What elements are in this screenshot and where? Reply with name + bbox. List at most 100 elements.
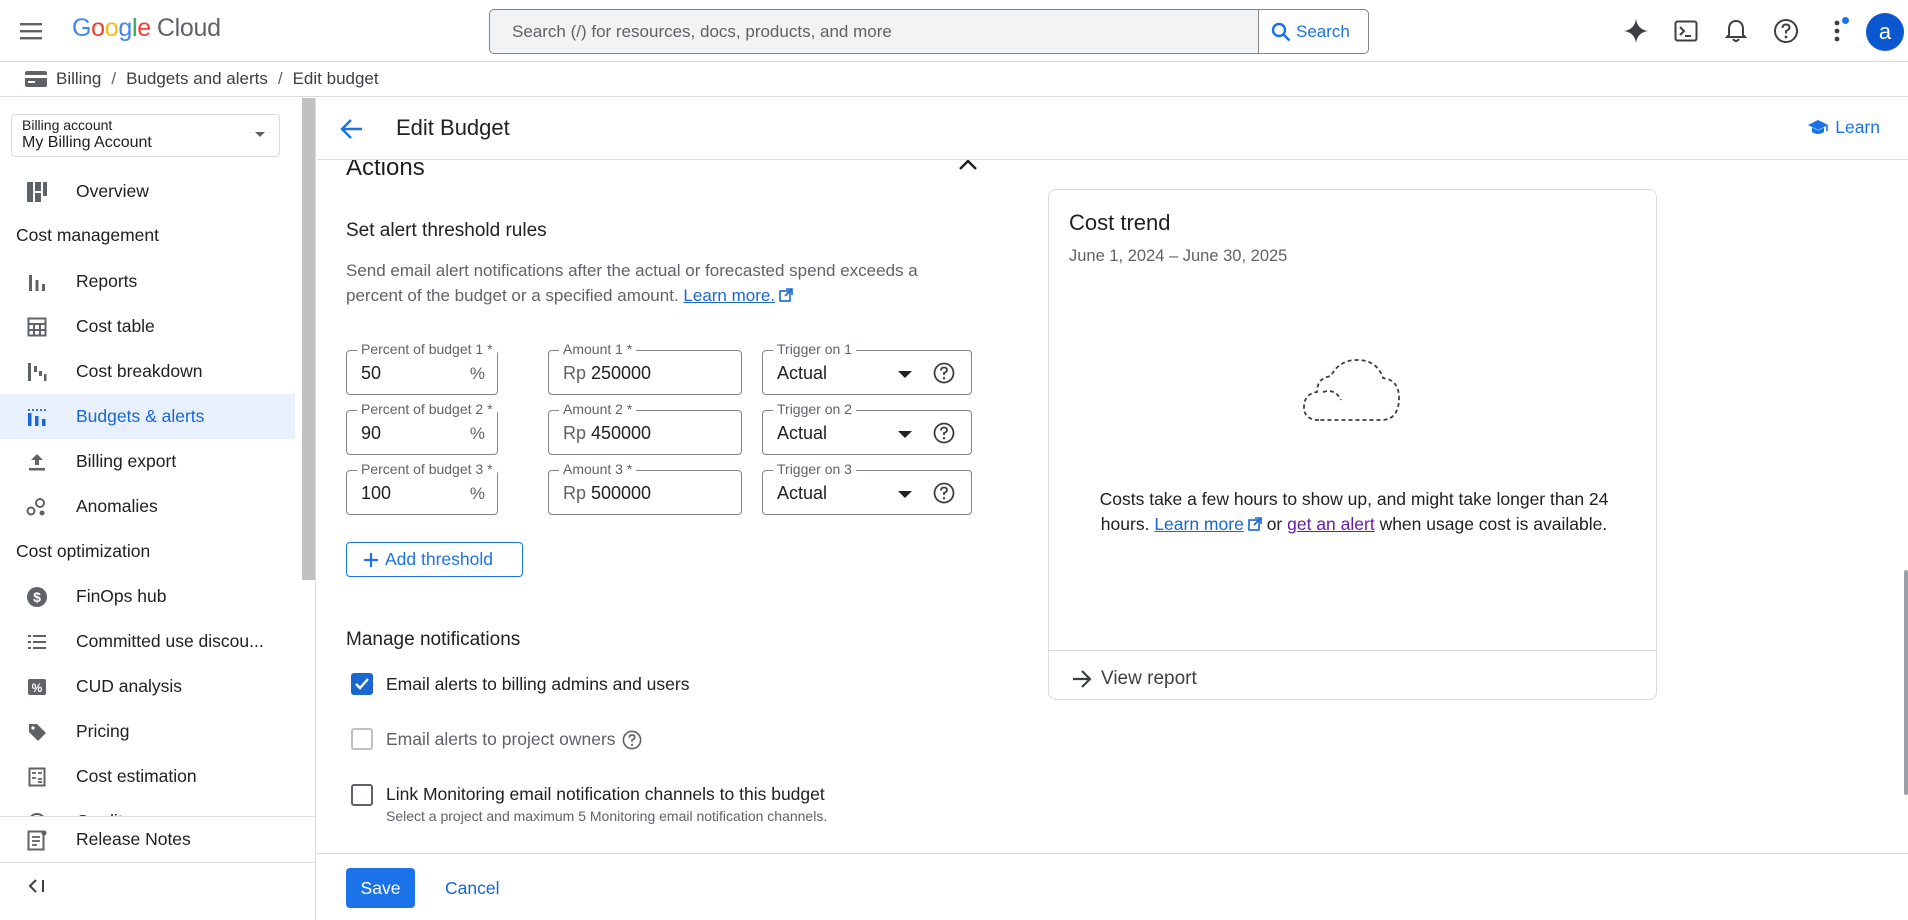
percent-field-2[interactable]: Percent of budget 2 * 90 %	[346, 401, 498, 455]
notifications-icon[interactable]	[1721, 16, 1751, 46]
percent-field-1[interactable]: Percent of budget 1 * 50 %	[346, 341, 498, 395]
field-value: Actual	[777, 423, 828, 443]
learn-more-text: Learn more.	[683, 286, 776, 305]
learn-button[interactable]: Learn	[1807, 117, 1880, 138]
breadcrumb-billing[interactable]: Billing	[56, 69, 101, 89]
sidebar-item-billing-export[interactable]: Billing export	[0, 439, 295, 484]
billing-account-value: My Billing Account	[22, 134, 152, 151]
trigger-select-3[interactable]: Trigger on 3 Actual	[762, 461, 972, 515]
sidebar-bottom: Release Notes	[0, 816, 315, 920]
search-button[interactable]: Search	[1258, 10, 1368, 53]
add-threshold-button[interactable]: Add threshold	[346, 542, 523, 577]
bar-chart-icon	[24, 269, 50, 295]
message-text: when usage cost is available.	[1379, 514, 1608, 534]
search-input[interactable]	[490, 10, 1258, 53]
percent-suffix: %	[469, 424, 485, 443]
sidebar-item-label: Anomalies	[76, 496, 158, 516]
release-notes-icon	[24, 827, 50, 853]
main-scrollbar[interactable]	[1904, 570, 1908, 795]
plus-icon	[364, 552, 378, 567]
help-icon[interactable]	[622, 730, 642, 750]
sidebar-item-release-notes[interactable]: Release Notes	[0, 817, 295, 862]
sidebar-item-committed-use[interactable]: Committed use discou...	[0, 619, 295, 664]
chevron-up-icon[interactable]	[958, 158, 978, 174]
amount-field-3[interactable]: Amount 3 * Rp 500000	[548, 461, 742, 515]
sidebar-scrollbar[interactable]	[302, 98, 315, 580]
notify-owners-checkbox[interactable]	[351, 728, 373, 750]
sidebar-item-anomalies[interactable]: Anomalies	[0, 484, 295, 529]
notification-dot	[1842, 17, 1849, 24]
collapse-sidebar-button[interactable]	[0, 863, 295, 908]
sidebar-item-budgets-alerts[interactable]: Budgets & alerts	[0, 394, 295, 439]
dropdown-arrow-icon	[898, 491, 912, 498]
sidebar-item-label: Overview	[76, 181, 149, 201]
help-icon[interactable]	[933, 482, 955, 504]
main-content: Actions Set alert threshold rules Send e…	[317, 98, 1908, 920]
notify-admins-checkbox[interactable]	[351, 673, 373, 695]
help-icon[interactable]	[1771, 16, 1801, 46]
notify-owners-label: Email alerts to project owners	[386, 729, 616, 749]
percent-field-3[interactable]: Percent of budget 3 * 100 %	[346, 461, 498, 515]
search-button-label: Search	[1296, 21, 1350, 41]
back-arrow-icon[interactable]	[339, 116, 365, 142]
waterfall-chart-icon	[24, 359, 50, 385]
message-or: or	[1266, 514, 1283, 534]
cancel-button[interactable]: Cancel	[439, 868, 505, 908]
top-bar: GoogleCloud Search a	[0, 0, 1908, 62]
help-icon[interactable]	[933, 422, 955, 444]
sidebar-item-cost-estimation[interactable]: Cost estimation	[0, 754, 295, 799]
budget-chart-icon	[24, 404, 50, 430]
field-label: Amount 3 *	[559, 461, 637, 477]
field-value: 250000	[591, 363, 652, 383]
sidebar-item-label: Cost table	[76, 316, 155, 336]
field-label: Trigger on 2	[773, 401, 856, 417]
cloud-shell-icon[interactable]	[1671, 16, 1701, 46]
sidebar-item-pricing[interactable]: Pricing	[0, 709, 295, 754]
sidebar-item-cost-breakdown[interactable]: Cost breakdown	[0, 349, 295, 394]
menu-icon[interactable]	[18, 19, 44, 43]
threshold-description: Send email alert notifications after the…	[346, 258, 966, 308]
amount-field-2[interactable]: Amount 2 * Rp 450000	[548, 401, 742, 455]
gemini-icon[interactable]	[1621, 16, 1651, 46]
cost-trend-message: Costs take a few hours to show up, and m…	[1099, 487, 1609, 537]
dollar-circle-icon: $	[24, 584, 50, 610]
svg-text:%: %	[32, 681, 43, 695]
help-icon[interactable]	[933, 362, 955, 384]
add-threshold-label: Add threshold	[385, 549, 493, 569]
sidebar-item-overview[interactable]: Overview	[0, 169, 295, 214]
field-label: Percent of budget 1 *	[357, 341, 497, 357]
dropdown-arrow-icon	[898, 431, 912, 438]
breadcrumb-budgets[interactable]: Budgets and alerts	[126, 69, 268, 89]
save-button[interactable]: Save	[346, 868, 415, 908]
amount-field-1[interactable]: Amount 1 * Rp 250000	[548, 341, 742, 395]
trigger-select-2[interactable]: Trigger on 2 Actual	[762, 401, 972, 455]
currency-prefix: Rp	[563, 483, 587, 503]
learn-more-link[interactable]: Learn more.	[683, 286, 793, 305]
link-monitoring-label: Link Monitoring email notification chann…	[386, 784, 825, 804]
sidebar-item-reports[interactable]: Reports	[0, 259, 295, 304]
notifications-heading: Manage notifications	[346, 629, 521, 650]
calculator-icon	[24, 764, 50, 790]
divider	[1049, 650, 1656, 651]
percent-suffix: %	[469, 484, 485, 503]
field-value: 450000	[591, 423, 652, 443]
billing-icon	[25, 71, 47, 87]
sidebar-item-cost-table[interactable]: Cost table	[0, 304, 295, 349]
sidebar-item-cud-analysis[interactable]: % CUD analysis	[0, 664, 295, 709]
google-cloud-logo[interactable]: Google Cloud	[72, 14, 221, 43]
get-alert-link[interactable]: get an alert	[1287, 514, 1375, 534]
avatar[interactable]: a	[1866, 13, 1904, 51]
sidebar-item-label: Pricing	[76, 721, 130, 741]
billing-account-label: Billing account	[22, 117, 113, 133]
view-report-button[interactable]: View report	[1071, 668, 1197, 690]
field-label: Amount 1 *	[559, 341, 637, 357]
field-label: Percent of budget 2 *	[357, 401, 497, 417]
billing-account-select[interactable]: Billing account My Billing Account	[11, 114, 280, 157]
field-label: Trigger on 3	[773, 461, 856, 477]
learn-more-link[interactable]: Learn more	[1154, 514, 1262, 534]
link-monitoring-checkbox[interactable]	[351, 784, 373, 806]
sidebar-item-finops-hub[interactable]: $ FinOps hub	[0, 574, 295, 619]
section-cost-optimization: Cost optimization	[16, 541, 151, 561]
link-monitoring-sublabel: Select a project and maximum 5 Monitorin…	[386, 808, 828, 824]
trigger-select-1[interactable]: Trigger on 1 Actual	[762, 341, 972, 395]
